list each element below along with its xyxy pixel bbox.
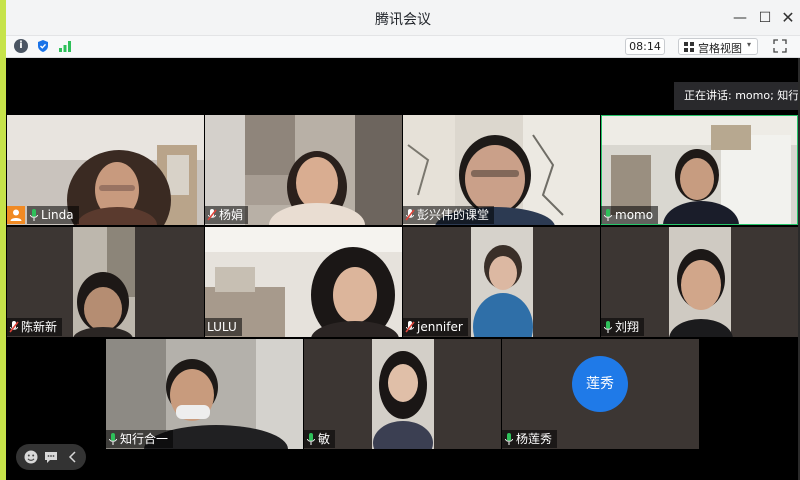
participant-name-tag: 敏: [304, 430, 336, 448]
participant-name-tag: 杨莲秀: [502, 430, 558, 448]
mic-on-icon: [109, 433, 117, 445]
participant-name: momo: [615, 208, 654, 222]
meeting-toolbar: i 08:14 宫格视图 ▾: [6, 36, 800, 58]
mic-muted-icon: [9, 321, 19, 333]
mic-on-icon: [30, 209, 38, 221]
participant-name: 杨娟: [219, 208, 244, 222]
view-mode-label: 宫格视图: [698, 42, 742, 55]
participant-name-tag: LULU: [205, 318, 242, 336]
meeting-timer: 08:14: [625, 38, 665, 55]
window-title: 腾讯会议: [375, 12, 431, 28]
mic-on-icon: [604, 321, 612, 333]
info-icon[interactable]: i: [14, 39, 28, 53]
participant-name: jennifer: [417, 320, 463, 334]
mic-on-icon: [505, 433, 513, 445]
title-bar: 腾讯会议 — ☐ ✕: [6, 0, 800, 36]
signal-icon[interactable]: [58, 39, 72, 53]
video-tile-yangjuan[interactable]: 杨娟: [205, 115, 402, 225]
window-edge: [0, 0, 6, 480]
video-tile-jennifer[interactable]: jennifer: [403, 227, 600, 337]
video-tile-linda[interactable]: Linda: [7, 115, 204, 225]
participant-name-tag: Linda: [27, 206, 79, 224]
participant-name-tag: jennifer: [403, 318, 468, 336]
emoji-icon[interactable]: [23, 449, 39, 465]
minimize-button[interactable]: —: [730, 8, 750, 28]
video-tile-chenxinxin[interactable]: 陈新新: [7, 227, 204, 337]
video-tile-zhixingheyi[interactable]: 知行合一: [106, 339, 303, 449]
maximize-button[interactable]: ☐: [755, 8, 775, 28]
participant-name: 敏: [318, 432, 331, 446]
video-tile-pengxingwei[interactable]: 彭兴伟的课堂: [403, 115, 600, 225]
speaking-indicator: 正在讲话: momo; 知行合一: [674, 82, 800, 110]
participant-name-tag: 知行合一: [106, 430, 174, 448]
participant-name-tag: 陈新新: [7, 318, 63, 336]
fullscreen-icon[interactable]: [773, 39, 787, 53]
video-tile-momo[interactable]: momo: [601, 115, 798, 225]
participant-name: 彭兴伟的课堂: [417, 208, 490, 222]
floating-controls: [16, 444, 86, 470]
participant-name: 知行合一: [120, 432, 169, 446]
close-button[interactable]: ✕: [778, 8, 798, 28]
video-tile-min[interactable]: 敏: [304, 339, 501, 449]
participant-name: 陈新新: [21, 320, 58, 334]
participant-name: Linda: [41, 208, 74, 222]
video-tile-liuxiang[interactable]: 刘翔: [601, 227, 798, 337]
participant-name-tag: 彭兴伟的课堂: [403, 206, 495, 224]
mic-muted-icon: [405, 321, 415, 333]
meeting-window: 腾讯会议 — ☐ ✕ i 08:14 宫格视图 ▾ 正在讲话: momo; 知行…: [0, 0, 800, 480]
mic-on-icon: [604, 209, 612, 221]
video-tile-yanglianxiu[interactable]: 莲秀 杨莲秀: [502, 339, 699, 449]
participant-name: 刘翔: [615, 320, 640, 334]
mic-muted-icon: [207, 209, 217, 221]
shield-icon[interactable]: [36, 39, 50, 53]
host-badge: [7, 206, 25, 224]
grid-icon: [684, 42, 694, 52]
view-mode-dropdown[interactable]: 宫格视图 ▾: [678, 38, 758, 55]
user-icon: [10, 209, 22, 221]
mic-on-icon: [307, 433, 315, 445]
mic-muted-icon: [405, 209, 415, 221]
avatar: 莲秀: [572, 356, 628, 412]
chevron-down-icon: ▾: [747, 40, 752, 49]
chevron-left-icon[interactable]: [65, 449, 81, 465]
participant-name-tag: momo: [601, 206, 659, 224]
chat-icon[interactable]: [43, 449, 59, 465]
participant-name-tag: 刘翔: [601, 318, 645, 336]
participant-name: LULU: [207, 320, 237, 334]
participant-name: 杨莲秀: [516, 432, 553, 446]
participant-name-tag: 杨娟: [205, 206, 249, 224]
video-tile-lulu[interactable]: LULU: [205, 227, 402, 337]
